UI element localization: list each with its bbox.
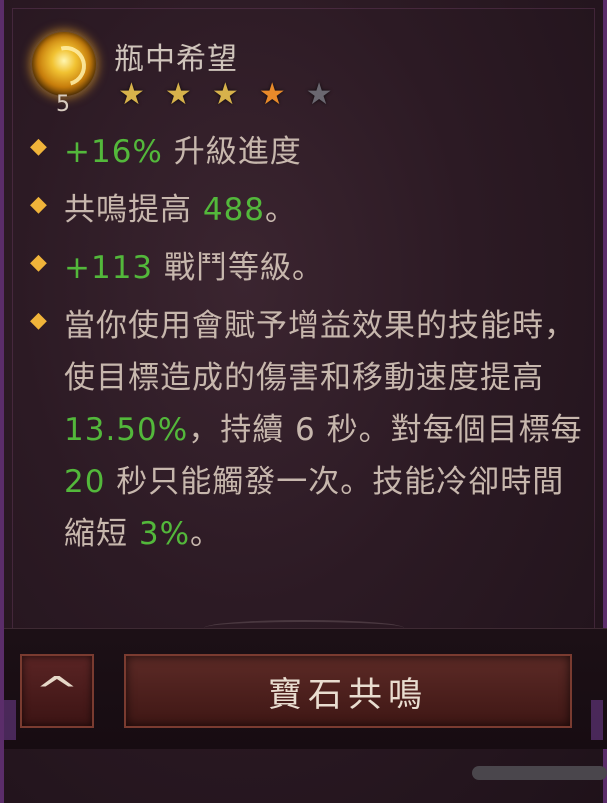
affix-value: +16%: [64, 134, 163, 170]
gem-name: 瓶中希望: [114, 42, 238, 77]
affix-text: 當你使用會賦予增益效果的技能時，使目標造成的傷害和移動速度提高 13.50%，持…: [64, 300, 584, 560]
star-icon: ★: [118, 77, 145, 112]
affix-text: 共鳴提高 488。: [64, 184, 584, 236]
affix-text: +113 戰鬥等級。: [64, 242, 584, 294]
diamond-bullet-icon: ◆: [30, 250, 47, 275]
diamond-bullet-icon: ◆: [30, 192, 47, 217]
diamond-bullet-icon: ◆: [30, 134, 47, 159]
gem-tooltip-panel: 5 瓶中希望 ★ ★ ★ ★ ★ ◆ +16% 升級進度 ◆ 共鳴提高 488。…: [0, 0, 607, 803]
frame-corner-right: [591, 700, 603, 740]
frame-corner-left: [4, 700, 16, 740]
star-icon: ★: [211, 77, 239, 112]
star-icon: ★: [258, 77, 286, 112]
scroll-handle[interactable]: [472, 766, 607, 780]
affix-label: 共鳴提高: [64, 192, 203, 228]
star-icon: ★: [164, 77, 192, 112]
affix-value: 3%: [138, 516, 191, 552]
affix-list: ◆ +16% 升級進度 ◆ 共鳴提高 488。 ◆ +113 戰鬥等級。 ◆ 當…: [24, 126, 584, 566]
chevron-up-icon: ^: [34, 669, 80, 713]
star-icon: ★: [305, 77, 333, 112]
affix-item: ◆ 共鳴提高 488。: [24, 184, 584, 236]
affix-label: 。: [190, 516, 223, 552]
affix-item: ◆ 當你使用會賦予增益效果的技能時，使目標造成的傷害和移動速度提高 13.50%…: [24, 300, 584, 560]
affix-value: 13.50%: [64, 412, 189, 448]
gem-icon: [30, 30, 98, 98]
gem-resonance-label: 寶石共鳴: [268, 674, 428, 715]
affix-text: +16% 升級進度: [64, 126, 584, 178]
affix-label: ，持續 6 秒。對每個目標每: [188, 412, 583, 448]
diamond-bullet-icon: ◆: [30, 308, 47, 333]
affix-label: 升級進度: [162, 134, 302, 170]
affix-item: ◆ +16% 升級進度: [24, 126, 584, 178]
affix-value: 488: [202, 192, 266, 228]
collapse-button[interactable]: ^: [20, 654, 94, 728]
affix-value: 20: [64, 464, 106, 500]
affix-item: ◆ +113 戰鬥等級。: [24, 242, 584, 294]
gem-resonance-button[interactable]: 寶石共鳴: [124, 654, 572, 728]
affix-label: 當你使用會賦予增益效果的技能時，使目標造成的傷害和移動速度提高: [64, 308, 576, 396]
affix-label: 戰鬥等級。: [153, 250, 325, 286]
gem-swirl: [38, 38, 94, 94]
affix-value: +113: [64, 250, 154, 286]
gem-rank: 5: [56, 92, 70, 117]
gem-star-rating: ★ ★ ★ ★ ★: [118, 80, 333, 110]
affix-label: 。: [265, 192, 298, 228]
